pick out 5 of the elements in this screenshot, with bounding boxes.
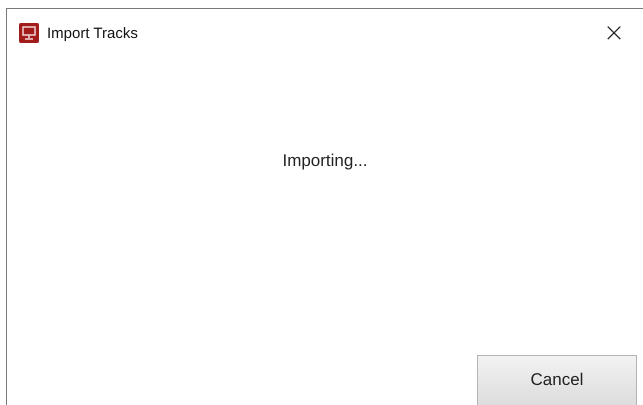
monitor-icon	[19, 23, 39, 43]
window-title: Import Tracks	[47, 24, 139, 42]
close-button[interactable]: ×	[591, 13, 637, 53]
cancel-button[interactable]: Cancel	[477, 355, 637, 405]
status-text: Importing...	[282, 151, 368, 171]
